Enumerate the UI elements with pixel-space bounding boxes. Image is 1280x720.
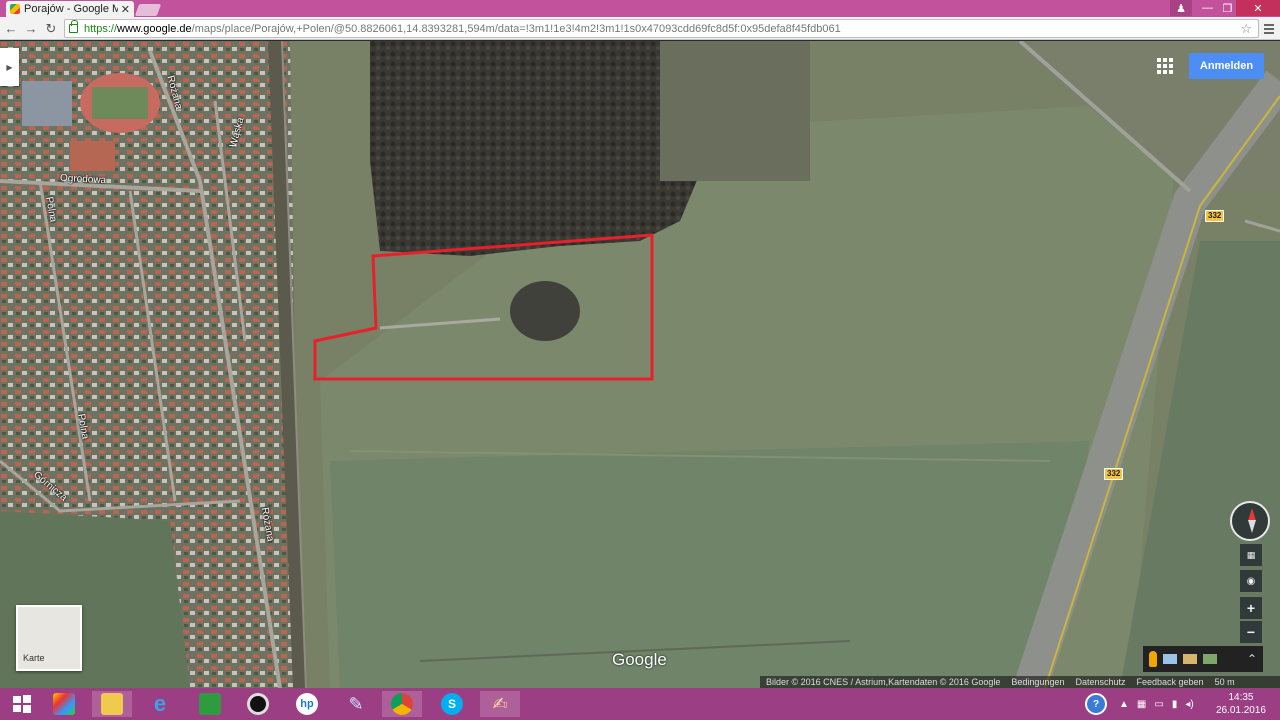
- back-arrow-icon[interactable]: ←: [2, 20, 20, 37]
- screen: Porajów - Google Ma ✕ ♟ — ❐ ✕ ← → ↻ http…: [0, 0, 1280, 720]
- tab-title: Porajów - Google Ma: [24, 3, 118, 15]
- zoom-in-button[interactable]: +: [1240, 597, 1262, 619]
- photo-thumbnail-icon[interactable]: [1163, 654, 1177, 664]
- imagery-attribution: Bilder © 2016 CNES / Astrium,Kartendaten…: [766, 677, 1001, 687]
- url-text[interactable]: https://www.google.de/maps/place/Porajów…: [84, 23, 1240, 35]
- paint-icon[interactable]: ✍: [480, 691, 520, 717]
- side-panel-toggle-icon[interactable]: ▶: [0, 48, 19, 86]
- url-host: www.google.de: [117, 22, 192, 35]
- street-view-bar[interactable]: ⌃: [1143, 646, 1263, 672]
- close-window-button[interactable]: ✕: [1236, 0, 1280, 16]
- window-title-bar: Porajów - Google Ma ✕ ♟ — ❐ ✕: [0, 0, 1280, 17]
- my-location-icon[interactable]: ◉: [1240, 570, 1262, 592]
- satellite-imagery: [0, 41, 1280, 688]
- pegman-icon[interactable]: [1149, 651, 1157, 667]
- store-icon[interactable]: [190, 691, 230, 717]
- privacy-link[interactable]: Datenschutz: [1075, 677, 1125, 687]
- google-maps-favicon-icon: [10, 4, 20, 14]
- secure-lock-icon: [69, 20, 78, 33]
- user-profile-icon[interactable]: ♟: [1170, 0, 1192, 16]
- browser-toolbar: ← → ↻ https://www.google.de/maps/place/P…: [0, 17, 1280, 40]
- clock-date: 26.01.2016: [1215, 705, 1266, 716]
- expand-chevron-icon[interactable]: ⌃: [1247, 652, 1257, 666]
- map-layer-toggle[interactable]: Karte: [16, 605, 82, 671]
- battery-icon[interactable]: ▭: [1154, 699, 1163, 710]
- feedback-link[interactable]: Feedback geben: [1137, 677, 1204, 687]
- reload-icon[interactable]: ↻: [42, 20, 60, 37]
- scale-bar: 50 m: [1214, 677, 1235, 687]
- satellite-map[interactable]: Różana Wąska Ogrodowa Polna Polna Górnic…: [0, 41, 1280, 688]
- pen-tool-icon[interactable]: ✎: [336, 691, 376, 717]
- windows-start-icon[interactable]: [2, 691, 42, 717]
- photo-thumbnail-icon[interactable]: [1183, 654, 1197, 664]
- photo-app-icon[interactable]: [44, 691, 84, 717]
- camera-app-icon[interactable]: [238, 691, 278, 717]
- zoom-out-button[interactable]: −: [1240, 621, 1262, 643]
- browser-tab[interactable]: Porajów - Google Ma ✕: [6, 1, 134, 17]
- internet-explorer-icon[interactable]: e: [140, 691, 180, 717]
- hp-icon[interactable]: hp: [287, 691, 327, 717]
- apps-grid-icon[interactable]: [1157, 58, 1173, 74]
- street-label: Ogrodowa: [59, 172, 107, 187]
- google-logo: Google: [612, 650, 667, 669]
- chrome-menu-icon[interactable]: [1261, 20, 1277, 37]
- address-bar[interactable]: https://www.google.de/maps/place/Porajów…: [64, 19, 1259, 38]
- road-shield: 332: [1104, 468, 1124, 480]
- action-center-icon[interactable]: ▦: [1137, 699, 1146, 710]
- tray-arrow-icon[interactable]: ▲: [1119, 699, 1129, 710]
- url-path: /maps/place/Porajów,+Polen/@50.8826061,1…: [191, 22, 841, 35]
- signin-button[interactable]: Anmelden: [1189, 53, 1264, 79]
- system-clock[interactable]: 14:35 26.01.2016: [1216, 691, 1266, 717]
- tab-close-icon[interactable]: ✕: [121, 3, 130, 16]
- tilt-3d-button[interactable]: ▦: [1240, 544, 1262, 566]
- windows-taskbar: e hp ✎ S ✍ ? ▲ ▦ ▭ ▮ ◂) 14:35 26.01.2016: [0, 688, 1280, 720]
- new-tab-button[interactable]: [134, 4, 162, 16]
- layer-label: Karte: [23, 653, 45, 663]
- help-icon[interactable]: ?: [1085, 693, 1107, 715]
- forward-arrow-icon[interactable]: →: [22, 20, 40, 37]
- bookmark-star-icon[interactable]: ☆: [1240, 21, 1252, 37]
- skype-icon[interactable]: S: [432, 691, 472, 717]
- volume-icon[interactable]: ◂): [1185, 699, 1193, 710]
- photo-thumbnail-icon[interactable]: [1203, 654, 1217, 664]
- terms-link[interactable]: Bedingungen: [1011, 677, 1064, 687]
- network-icon[interactable]: ▮: [1172, 699, 1178, 710]
- chrome-icon[interactable]: [382, 691, 422, 717]
- map-footer: Bilder © 2016 CNES / Astrium,Kartendaten…: [760, 676, 1280, 688]
- road-shield: 332: [1205, 210, 1225, 222]
- compass-icon[interactable]: [1230, 501, 1270, 541]
- url-scheme: https://: [84, 22, 118, 35]
- clock-time: 14:35: [1228, 692, 1254, 703]
- file-explorer-icon[interactable]: [92, 691, 132, 717]
